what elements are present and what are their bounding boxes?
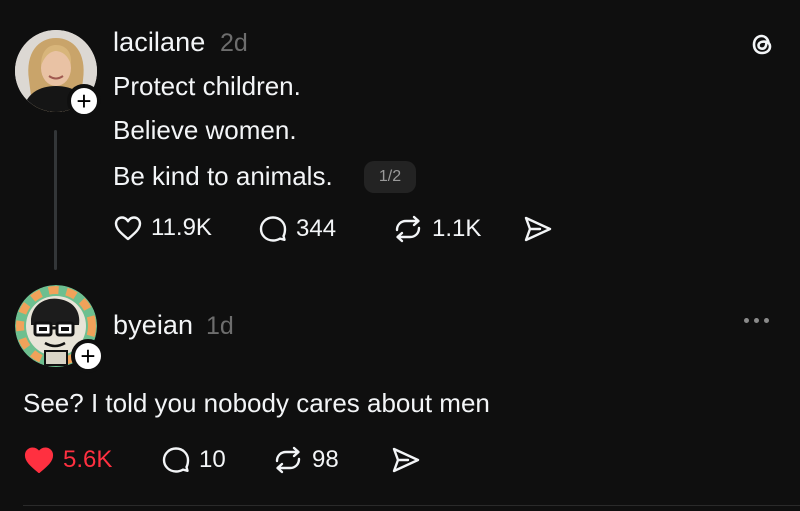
share-icon xyxy=(524,216,552,242)
comment-icon xyxy=(162,447,190,473)
reply-text: See? I told you nobody cares about men xyxy=(23,388,490,418)
divider xyxy=(23,505,800,506)
share-button[interactable] xyxy=(522,214,554,244)
repost-button[interactable]: 1.1K xyxy=(392,214,481,244)
like-count: 11.9K xyxy=(151,214,212,241)
heart-filled-icon xyxy=(24,447,54,474)
page-indicator-badge[interactable]: 1/2 xyxy=(364,161,416,193)
heart-icon xyxy=(114,216,142,241)
reply-username[interactable]: byeian xyxy=(113,310,193,341)
post-line-1: Protect children. xyxy=(113,71,301,101)
reply-time: 1d xyxy=(206,312,234,340)
repost-count: 1.1K xyxy=(432,215,482,242)
thread-connector-line xyxy=(54,130,57,270)
reply-like-button[interactable]: 5.6K xyxy=(23,445,112,475)
reply-repost-button[interactable]: 98 xyxy=(272,445,339,475)
reply-comment-count: 10 xyxy=(199,446,226,473)
post-time: 2d xyxy=(220,29,248,57)
post-line-3: Be kind to animals. xyxy=(113,161,333,191)
follow-plus-icon[interactable]: + xyxy=(67,84,101,118)
like-button[interactable]: 11.9K xyxy=(113,214,212,242)
threads-logo-icon[interactable] xyxy=(747,29,777,59)
follow-plus-icon-reply[interactable]: + xyxy=(71,339,105,373)
reply-share-button[interactable] xyxy=(390,445,422,475)
comment-count: 344 xyxy=(296,215,337,242)
repost-icon xyxy=(395,215,421,243)
share-icon xyxy=(392,447,420,473)
reply-repost-count: 98 xyxy=(312,446,339,473)
repost-icon xyxy=(275,446,301,474)
comment-icon xyxy=(259,216,287,242)
post-username[interactable]: lacilane xyxy=(113,27,205,58)
more-options-icon[interactable] xyxy=(744,318,769,323)
comment-button[interactable]: 344 xyxy=(258,214,336,244)
reply-comment-button[interactable]: 10 xyxy=(161,445,226,475)
reply-like-count: 5.6K xyxy=(63,446,113,473)
post-line-2: Believe women. xyxy=(113,115,297,145)
